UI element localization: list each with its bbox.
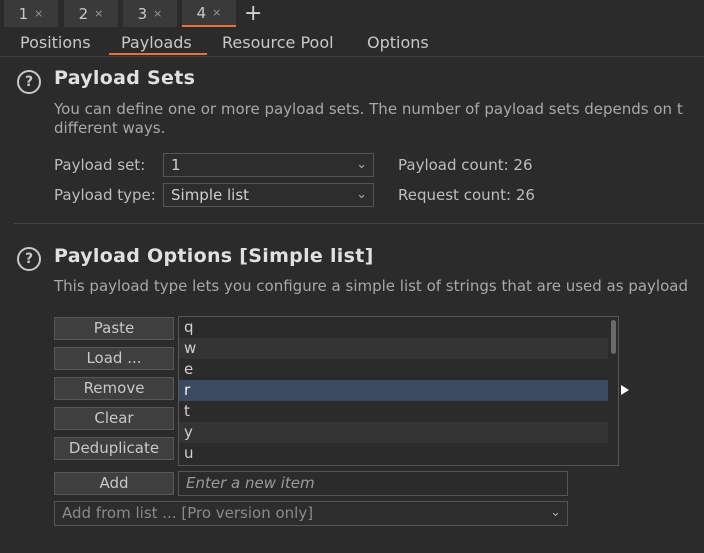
payload-set-select[interactable]: 1 ⌄ xyxy=(163,153,374,177)
tab-label: 1 xyxy=(18,4,29,23)
tab-positions[interactable]: Positions xyxy=(20,33,91,52)
paste-button[interactable]: Paste xyxy=(54,317,174,340)
deduplicate-button[interactable]: Deduplicate xyxy=(54,437,174,460)
chevron-down-icon: ⌄ xyxy=(550,505,561,520)
payload-options-description: This payload type lets you configure a s… xyxy=(54,277,688,295)
list-item-selected[interactable]: r xyxy=(179,380,608,401)
close-icon[interactable]: × xyxy=(94,7,103,20)
tab-3[interactable]: 3 × xyxy=(123,0,177,27)
list-item[interactable]: u xyxy=(179,443,608,464)
help-icon[interactable]: ? xyxy=(17,70,41,94)
tab-label: 4 xyxy=(196,3,207,22)
tab-2[interactable]: 2 × xyxy=(64,0,118,27)
payload-type-value: Simple list xyxy=(171,186,250,204)
add-tab-icon[interactable]: + xyxy=(244,2,262,26)
tab-resource-pool[interactable]: Resource Pool xyxy=(222,33,334,52)
tab-label: 3 xyxy=(137,4,148,23)
help-icon[interactable]: ? xyxy=(17,247,41,271)
tab-1[interactable]: 1 × xyxy=(4,0,58,27)
add-from-list-select[interactable]: Add from list ... [Pro version only] ⌄ xyxy=(54,501,568,526)
tab-payloads[interactable]: Payloads xyxy=(121,33,192,52)
tab-options[interactable]: Options xyxy=(367,33,429,52)
load-button[interactable]: Load ... xyxy=(54,347,174,370)
list-item[interactable]: q xyxy=(179,317,608,338)
add-from-list-value: Add from list ... [Pro version only] xyxy=(62,504,314,522)
payload-set-label: Payload set: xyxy=(54,156,146,174)
new-item-input[interactable] xyxy=(178,471,568,496)
list-item[interactable]: w xyxy=(179,338,608,359)
add-button[interactable]: Add xyxy=(54,472,174,495)
payload-sets-description-2: different ways. xyxy=(54,119,166,137)
clear-button[interactable]: Clear xyxy=(54,407,174,430)
payload-list[interactable]: q w e r t y u xyxy=(178,316,619,466)
close-icon[interactable]: × xyxy=(153,7,162,20)
chevron-down-icon: ⌄ xyxy=(356,187,367,202)
list-item[interactable]: y xyxy=(179,422,608,443)
expand-arrow-icon[interactable] xyxy=(621,385,629,395)
chevron-down-icon: ⌄ xyxy=(356,157,367,172)
sub-tab-bar: Positions Payloads Resource Pool Options xyxy=(0,29,704,57)
payload-count: Payload count: 26 xyxy=(398,156,533,174)
close-icon[interactable]: × xyxy=(212,6,221,19)
request-count: Request count: 26 xyxy=(398,186,535,204)
payload-sets-description: You can define one or more payload sets.… xyxy=(54,100,683,118)
active-tab-indicator xyxy=(109,53,207,55)
section-title-payload-options: Payload Options [Simple list] xyxy=(54,245,374,267)
payload-type-label: Payload type: xyxy=(54,186,156,204)
remove-button[interactable]: Remove xyxy=(54,377,174,400)
payload-set-value: 1 xyxy=(171,156,181,174)
close-icon[interactable]: × xyxy=(34,7,43,20)
list-item[interactable]: t xyxy=(179,401,608,422)
list-item[interactable]: e xyxy=(179,359,608,380)
tab-4[interactable]: 4 × xyxy=(182,0,236,27)
scrollbar-thumb[interactable] xyxy=(611,320,616,354)
list-scrollbar[interactable] xyxy=(608,317,618,465)
payload-type-select[interactable]: Simple list ⌄ xyxy=(163,183,374,207)
section-divider xyxy=(14,223,704,224)
tab-label: 2 xyxy=(78,4,89,23)
section-title-payload-sets: Payload Sets xyxy=(54,67,196,89)
